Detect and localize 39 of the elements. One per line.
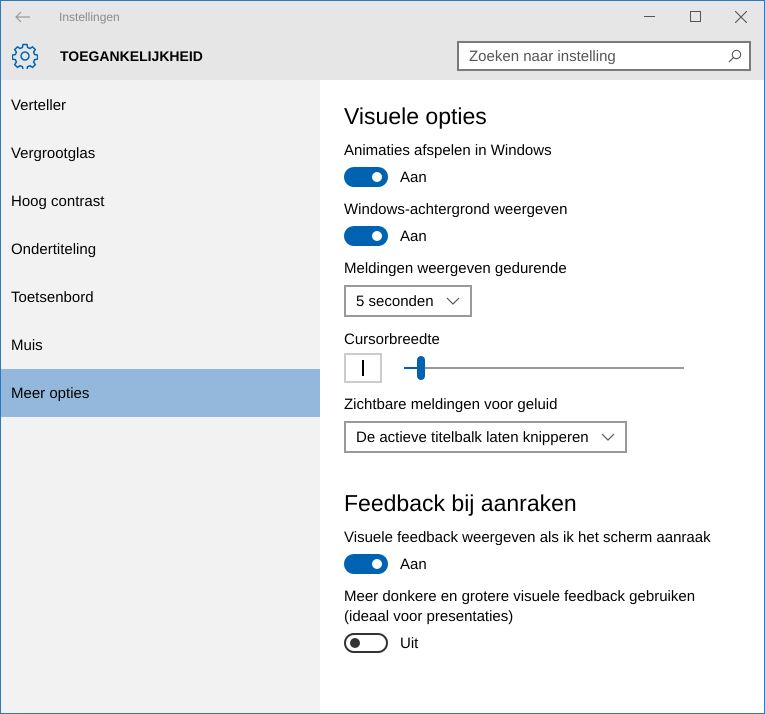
section-heading: Feedback bij aanraken (344, 489, 578, 518)
toggle-switch[interactable] (344, 633, 388, 653)
settings-icon (12, 43, 38, 69)
close-icon (735, 10, 747, 22)
setting-label: Windows-achtergrond weergeven (344, 200, 568, 220)
sidebar-item[interactable]: Meer opties (1, 369, 320, 417)
toggle-switch[interactable] (344, 554, 388, 574)
search-icon (728, 49, 742, 63)
toggle-state: Aan (400, 228, 427, 244)
setting-label: Visuele feedback weergeven als ik het scherm aanraak (344, 528, 712, 548)
search-field[interactable]: Zoeken naar instelling (457, 41, 751, 71)
maximize-icon (690, 11, 700, 22)
window-title: Instellingen (59, 10, 121, 24)
sidebar-item[interactable]: Vergrootglas (1, 129, 320, 177)
toggle-state: Aan (400, 168, 427, 186)
sidebar-item[interactable]: Toetsenbord (1, 273, 320, 321)
sidebar-item[interactable]: Ondertiteling (1, 225, 320, 273)
sidebar-item[interactable]: Hoog contrast (1, 177, 320, 225)
toggle-state: Uit (400, 634, 418, 652)
back-arrow-icon (15, 10, 31, 22)
setting-label: Animaties afspelen in Windows (344, 141, 553, 161)
toggle-switch[interactable] (344, 167, 388, 187)
chevron-icon (446, 297, 460, 305)
cursor-preview (344, 353, 382, 383)
slider-thumb[interactable] (416, 356, 425, 380)
sidebar-item[interactable]: Muis (1, 321, 320, 369)
setting-label: Meer donkere en grotere visuele feedback gebruiken (ideaal voor presentaties) (344, 587, 696, 627)
setting-label: Meldingen weergeven gedurende (344, 259, 568, 279)
chevron-icon (600, 433, 615, 441)
setting-label: Zichtbare meldingen voor geluid (344, 395, 558, 415)
sidebar-item[interactable]: Verteller (1, 81, 320, 129)
toggle-switch[interactable] (344, 226, 388, 246)
dropdown[interactable]: 5 seconden (344, 285, 472, 317)
section-heading: Visuele opties (344, 102, 488, 131)
setting-label: Cursorbreedte (344, 330, 441, 350)
minimize-icon (644, 16, 654, 18)
toggle-state: Aan (400, 556, 427, 572)
dropdown[interactable]: De actieve titelbalk laten knipperen (344, 421, 627, 453)
page-title: TOEGANKELIJKHEID (60, 48, 204, 64)
